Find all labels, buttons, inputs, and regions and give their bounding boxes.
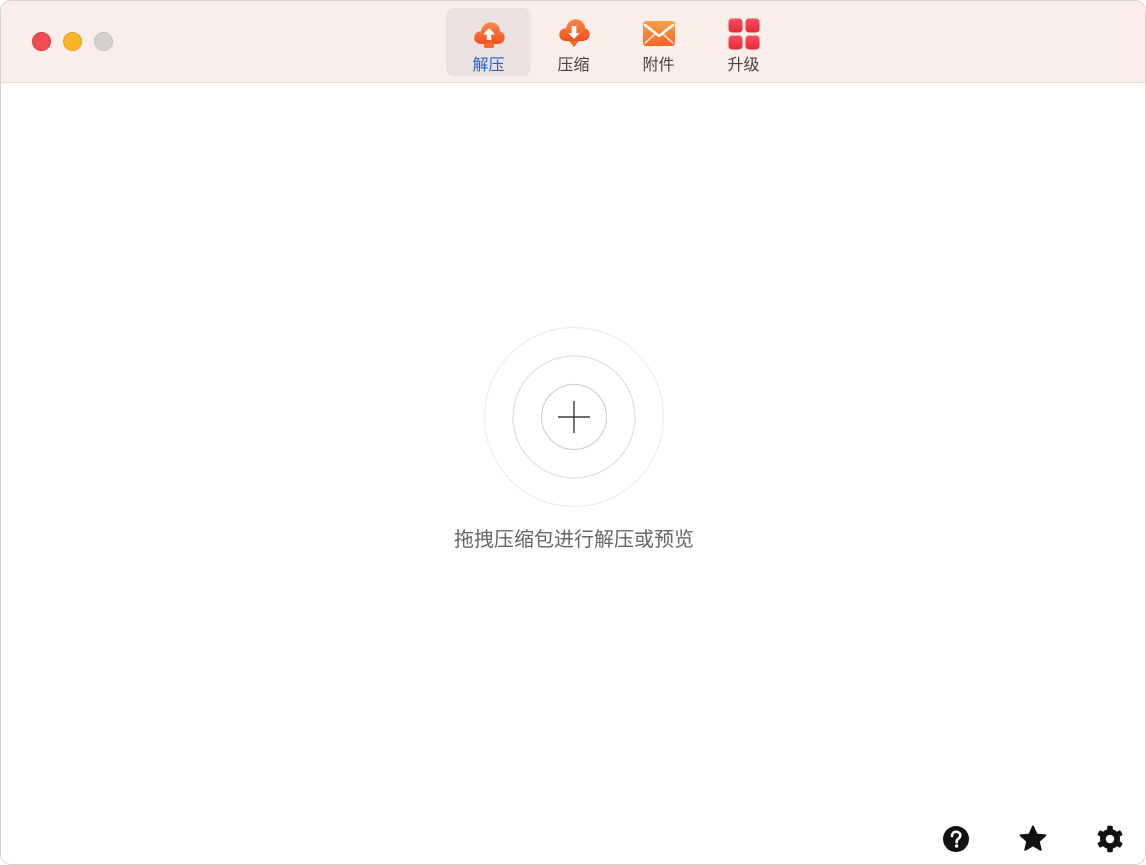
- star-icon[interactable]: [1018, 824, 1048, 854]
- cloud-upload-icon: [474, 22, 505, 48]
- minimize-window-button[interactable]: [63, 32, 82, 51]
- close-window-button[interactable]: [32, 32, 51, 51]
- tab-compress-label: 压缩: [557, 55, 590, 74]
- gear-icon[interactable]: [1095, 824, 1125, 854]
- app-window: 解压 压缩 附件 升级 拖拽压缩包进行解压或预览: [0, 0, 1146, 865]
- help-icon[interactable]: [941, 824, 971, 854]
- title-bar: 解压 压缩 附件 升级: [1, 1, 1145, 83]
- tab-upgrade-label: 升级: [727, 55, 760, 74]
- mail-icon: [643, 21, 675, 46]
- tab-upgrade[interactable]: 升级: [701, 8, 786, 76]
- tab-extract-label: 解压: [472, 55, 505, 74]
- drop-zone[interactable]: [483, 326, 665, 508]
- grid-icon: [728, 18, 760, 50]
- plus-icon: [558, 401, 590, 433]
- tab-attachments[interactable]: 附件: [616, 8, 701, 76]
- tab-extract[interactable]: 解压: [446, 8, 531, 76]
- tab-compress[interactable]: 压缩: [531, 8, 616, 76]
- tab-attachments-label: 附件: [642, 55, 675, 74]
- zoom-window-button[interactable]: [94, 32, 113, 51]
- drop-hint-text: 拖拽压缩包进行解压或预览: [454, 527, 694, 551]
- cloud-download-icon: [559, 19, 590, 47]
